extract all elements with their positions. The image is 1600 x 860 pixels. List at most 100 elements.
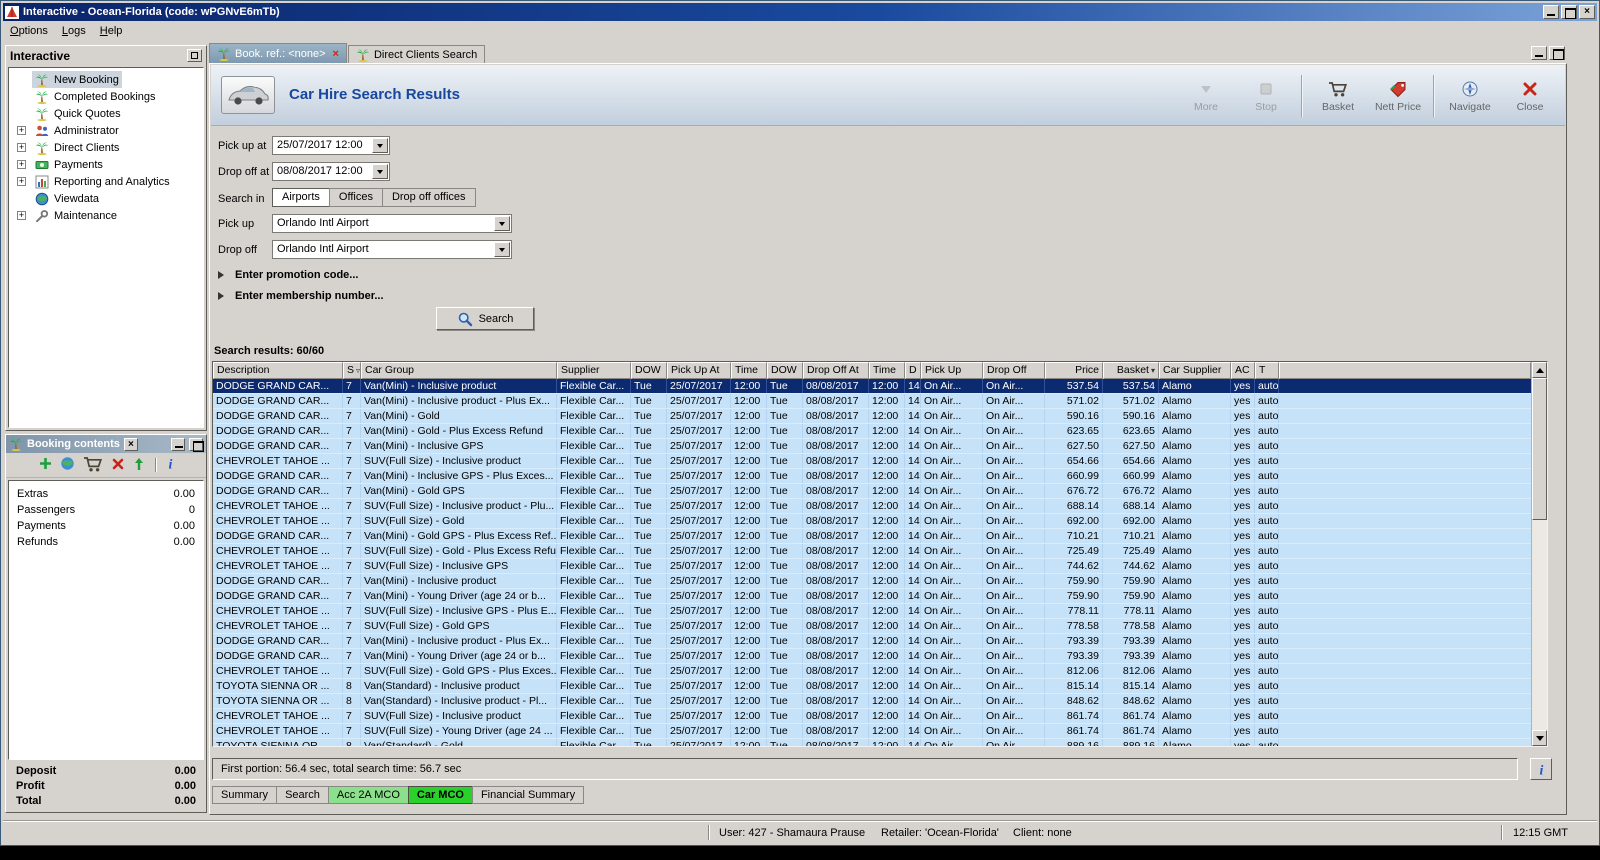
dropdown-arrow-icon[interactable]	[372, 164, 388, 179]
toolbar-basket-button[interactable]: Basket	[1313, 80, 1363, 113]
delete-button[interactable]	[111, 457, 125, 474]
vertical-scrollbar[interactable]	[1531, 362, 1547, 746]
menu-logs[interactable]: Logs	[55, 23, 93, 39]
result-row-17[interactable]: CHEVROLET TAHOE ...7SUV(Full Size) - Gol…	[213, 619, 1531, 634]
column-header-dow[interactable]: DOW	[631, 362, 667, 379]
dropoff-location-select[interactable]: Orlando Intl Airport	[272, 240, 512, 259]
sidebar-item-maintenance[interactable]: +Maintenance	[9, 207, 203, 224]
tab-direct-clients-search[interactable]: Direct Clients Search	[348, 45, 485, 63]
result-row-22[interactable]: TOYOTA SIENNA OR ...8Van(Standard) - Inc…	[213, 694, 1531, 709]
scroll-up-button[interactable]	[1532, 362, 1547, 378]
column-header-d[interactable]: D	[905, 362, 921, 379]
toolbar-nett-price-button[interactable]: Nett Price	[1373, 80, 1423, 113]
result-row-6[interactable]: CHEVROLET TAHOE ...7SUV(Full Size) - Inc…	[213, 454, 1531, 469]
move-up-button[interactable]	[132, 457, 146, 474]
result-row-2[interactable]: DODGE GRAND CAR...7Van(Mini) - Inclusive…	[213, 394, 1531, 409]
result-row-9[interactable]: CHEVROLET TAHOE ...7SUV(Full Size) - Inc…	[213, 499, 1531, 514]
column-header-car-supplier[interactable]: Car Supplier	[1159, 362, 1231, 379]
promotion-code-expander[interactable]: Enter promotion code...	[218, 267, 358, 283]
column-header-t[interactable]: T	[1255, 362, 1279, 379]
tab-book-ref-none[interactable]: Book. ref.: <none>×	[209, 43, 347, 63]
column-header-car-group[interactable]: Car Group	[361, 362, 557, 379]
result-row-12[interactable]: CHEVROLET TAHOE ...7SUV(Full Size) - Gol…	[213, 544, 1531, 559]
refresh-button[interactable]	[60, 456, 75, 474]
menu-options[interactable]: Options	[3, 23, 55, 39]
result-row-1[interactable]: DODGE GRAND CAR...7Van(Mini) - Inclusive…	[213, 379, 1531, 394]
booking-minimize-button[interactable]	[171, 438, 185, 451]
result-row-4[interactable]: DODGE GRAND CAR...7Van(Mini) - Gold - Pl…	[213, 424, 1531, 439]
result-row-7[interactable]: DODGE GRAND CAR...7Van(Mini) - Inclusive…	[213, 469, 1531, 484]
expand-icon[interactable]: +	[17, 177, 26, 186]
sidebar-item-payments[interactable]: +Payments	[9, 156, 203, 173]
column-header-drop-off[interactable]: Drop Off	[983, 362, 1045, 379]
result-row-25[interactable]: TOYOTA SIENNA OR ...8Van(Standard) - Gol…	[213, 739, 1531, 746]
window-maximize-button[interactable]	[1561, 5, 1577, 19]
column-header-drop-off-at[interactable]: Drop Off At	[803, 362, 869, 379]
tabgroup-restore-button[interactable]	[1549, 46, 1565, 60]
toolbar-navigate-button[interactable]: Navigate	[1445, 80, 1495, 113]
bottom-tab-summary[interactable]: Summary	[212, 786, 277, 804]
column-header-s[interactable]: S▿	[343, 362, 361, 379]
result-row-10[interactable]: CHEVROLET TAHOE ...7SUV(Full Size) - Gol…	[213, 514, 1531, 529]
dropoff-at-input[interactable]: 08/08/2017 12:00	[272, 162, 390, 181]
result-row-14[interactable]: DODGE GRAND CAR...7Van(Mini) - Inclusive…	[213, 574, 1531, 589]
column-header-pick-up-at[interactable]: Pick Up At	[667, 362, 731, 379]
toolbar-close-button[interactable]: Close	[1505, 80, 1555, 113]
sidebar-item-viewdata[interactable]: Viewdata	[9, 190, 203, 207]
info-button[interactable]: i	[1530, 758, 1552, 780]
result-row-5[interactable]: DODGE GRAND CAR...7Van(Mini) - Inclusive…	[213, 439, 1531, 454]
column-header-ac[interactable]: AC	[1231, 362, 1255, 379]
expand-icon[interactable]: +	[17, 143, 26, 152]
column-header-time[interactable]: Time	[869, 362, 905, 379]
result-row-21[interactable]: TOYOTA SIENNA OR ...8Van(Standard) - Inc…	[213, 679, 1531, 694]
result-row-13[interactable]: CHEVROLET TAHOE ...7SUV(Full Size) - Inc…	[213, 559, 1531, 574]
expand-icon[interactable]: +	[17, 126, 26, 135]
sidebar-item-quick-quotes[interactable]: Quick Quotes	[9, 105, 203, 122]
bottom-tab-search[interactable]: Search	[276, 786, 329, 804]
column-header-dow[interactable]: DOW	[767, 362, 803, 379]
result-row-11[interactable]: DODGE GRAND CAR...7Van(Mini) - Gold GPS …	[213, 529, 1531, 544]
search-in-airports[interactable]: Airports	[272, 188, 330, 207]
expand-icon[interactable]: +	[17, 211, 26, 220]
result-row-23[interactable]: CHEVROLET TAHOE ...7SUV(Full Size) - Inc…	[213, 709, 1531, 724]
result-row-19[interactable]: DODGE GRAND CAR...7Van(Mini) - Young Dri…	[213, 649, 1531, 664]
sidebar-item-completed-bookings[interactable]: Completed Bookings	[9, 88, 203, 105]
bottom-tab-financial-summary[interactable]: Financial Summary	[472, 786, 584, 804]
search-in-drop-off-offices[interactable]: Drop off offices	[382, 188, 476, 207]
column-header-time[interactable]: Time	[731, 362, 767, 379]
info-button[interactable]: i	[166, 456, 175, 474]
booking-item-refunds[interactable]: Refunds0.00	[9, 535, 203, 551]
membership-number-expander[interactable]: Enter membership number...	[218, 288, 384, 304]
column-header-basket[interactable]: Basket▾	[1103, 362, 1159, 379]
panel-collapse-button[interactable]	[187, 49, 202, 62]
search-in-offices[interactable]: Offices	[329, 188, 383, 207]
column-header-price[interactable]: Price	[1045, 362, 1103, 379]
column-header-pick-up[interactable]: Pick Up	[921, 362, 983, 379]
booking-item-passengers[interactable]: Passengers0	[9, 503, 203, 519]
scroll-down-button[interactable]	[1532, 730, 1547, 746]
pickup-at-input[interactable]: 25/07/2017 12:00	[272, 136, 390, 155]
expand-icon[interactable]: +	[17, 160, 26, 169]
add-button[interactable]	[38, 456, 53, 474]
tab-close-icon[interactable]: ×	[333, 48, 339, 60]
sidebar-item-direct-clients[interactable]: +Direct Clients	[9, 139, 203, 156]
booking-item-payments[interactable]: Payments0.00	[9, 519, 203, 535]
column-header-description[interactable]: Description	[213, 362, 343, 379]
bottom-tab-car-mco[interactable]: Car MCO	[408, 786, 473, 804]
window-close-button[interactable]: ×	[1579, 5, 1595, 19]
tabgroup-minimize-button[interactable]	[1531, 46, 1547, 60]
result-row-18[interactable]: DODGE GRAND CAR...7Van(Mini) - Inclusive…	[213, 634, 1531, 649]
result-row-20[interactable]: CHEVROLET TAHOE ...7SUV(Full Size) - Gol…	[213, 664, 1531, 679]
pickup-location-select[interactable]: Orlando Intl Airport	[272, 214, 512, 233]
dropdown-arrow-icon[interactable]	[372, 138, 388, 153]
booking-close-button[interactable]: ×	[124, 438, 138, 451]
dropdown-arrow-icon[interactable]	[494, 242, 510, 257]
sidebar-item-administrator[interactable]: +Administrator	[9, 122, 203, 139]
search-button[interactable]: Search	[436, 307, 534, 330]
scroll-thumb[interactable]	[1532, 378, 1547, 520]
booking-item-extras[interactable]: Extras0.00	[9, 487, 203, 503]
menu-help[interactable]: Help	[93, 23, 130, 39]
sidebar-item-new-booking[interactable]: New Booking	[9, 71, 203, 88]
result-row-3[interactable]: DODGE GRAND CAR...7Van(Mini) - GoldFlexi…	[213, 409, 1531, 424]
window-minimize-button[interactable]	[1543, 5, 1559, 19]
